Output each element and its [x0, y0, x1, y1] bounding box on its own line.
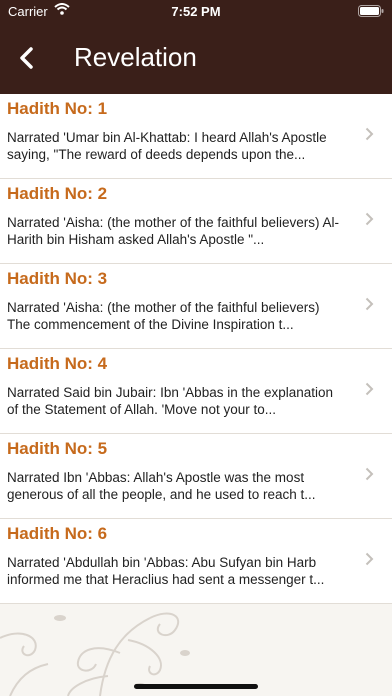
hadith-preview-line: saying, "The reward of deeds depends upo… — [7, 147, 306, 162]
home-indicator[interactable] — [134, 684, 258, 689]
chevron-right-icon — [365, 212, 374, 231]
hadith-title: Hadith No: 6 — [7, 524, 108, 543]
hadith-preview-line: Narrated 'Aisha: (the mother of the fait… — [7, 215, 339, 230]
hadith-row[interactable]: Hadith No: 5 Narrated Ibn 'Abbas: Allah'… — [0, 434, 392, 519]
hadith-preview-line: Narrated 'Abdullah bin 'Abbas: Abu Sufya… — [7, 555, 317, 570]
chevron-right-icon — [365, 467, 374, 486]
hadith-preview: Narrated 'Abdullah bin 'Abbas: Abu Sufya… — [7, 554, 359, 588]
hadith-preview: Narrated 'Aisha: (the mother of the fait… — [7, 214, 359, 248]
hadith-preview-line: informed me that Heraclius had sent a me… — [7, 572, 325, 587]
hadith-preview: Narrated 'Umar bin Al-Khattab: I heard A… — [7, 129, 359, 163]
chevron-right-icon — [365, 382, 374, 401]
hadith-preview-line: Narrated Said bin Jubair: Ibn 'Abbas in … — [7, 385, 334, 400]
clock: 7:52 PM — [171, 4, 221, 19]
chevron-right-icon — [365, 127, 374, 146]
hadith-preview: Narrated Ibn 'Abbas: Allah's Apostle was… — [7, 469, 359, 503]
hadith-list: Hadith No: 1 Narrated 'Umar bin Al-Khatt… — [0, 94, 392, 604]
hadith-row[interactable]: Hadith No: 1 Narrated 'Umar bin Al-Khatt… — [0, 94, 392, 179]
hadith-title: Hadith No: 3 — [7, 269, 108, 288]
hadith-preview-line: of the Statement of Allah. 'Move not you… — [7, 402, 276, 417]
hadith-row[interactable]: Hadith No: 2 Narrated 'Aisha: (the mothe… — [0, 179, 392, 264]
hadith-preview-line: Narrated 'Umar bin Al-Khattab: I heard A… — [7, 130, 327, 145]
battery-icon — [358, 5, 384, 20]
hadith-title: Hadith No: 1 — [7, 99, 108, 118]
page-title: Revelation — [74, 42, 197, 72]
app-header: Carrier 7:52 PM Revelation — [0, 0, 392, 94]
chevron-right-icon — [365, 552, 374, 571]
nav-bar: Revelation — [0, 36, 392, 82]
hadith-preview-line: The commencement of the Divine Inspirati… — [7, 317, 294, 332]
hadith-title: Hadith No: 4 — [7, 354, 108, 373]
hadith-row[interactable]: Hadith No: 6 Narrated 'Abdullah bin 'Abb… — [0, 519, 392, 604]
hadith-preview: Narrated Said bin Jubair: Ibn 'Abbas in … — [7, 384, 359, 418]
floral-ornament-background — [0, 612, 190, 696]
hadith-preview-line: Harith bin Hisham asked Allah's Apostle … — [7, 232, 265, 247]
hadith-preview-line: generous of all the people, and he used … — [7, 487, 316, 502]
hadith-title: Hadith No: 2 — [7, 184, 108, 203]
back-button[interactable] — [14, 44, 42, 72]
chevron-left-icon — [20, 47, 33, 69]
chevron-right-icon — [365, 297, 374, 316]
hadith-preview-line: Narrated Ibn 'Abbas: Allah's Apostle was… — [7, 470, 305, 485]
hadith-row[interactable]: Hadith No: 3 Narrated 'Aisha: (the mothe… — [0, 264, 392, 349]
hadith-preview-line: Narrated 'Aisha: (the mother of the fait… — [7, 300, 320, 315]
hadith-row[interactable]: Hadith No: 4 Narrated Said bin Jubair: I… — [0, 349, 392, 434]
hadith-preview: Narrated 'Aisha: (the mother of the fait… — [7, 299, 359, 333]
status-bar: Carrier 7:52 PM — [0, 0, 392, 24]
hadith-title: Hadith No: 5 — [7, 439, 108, 458]
